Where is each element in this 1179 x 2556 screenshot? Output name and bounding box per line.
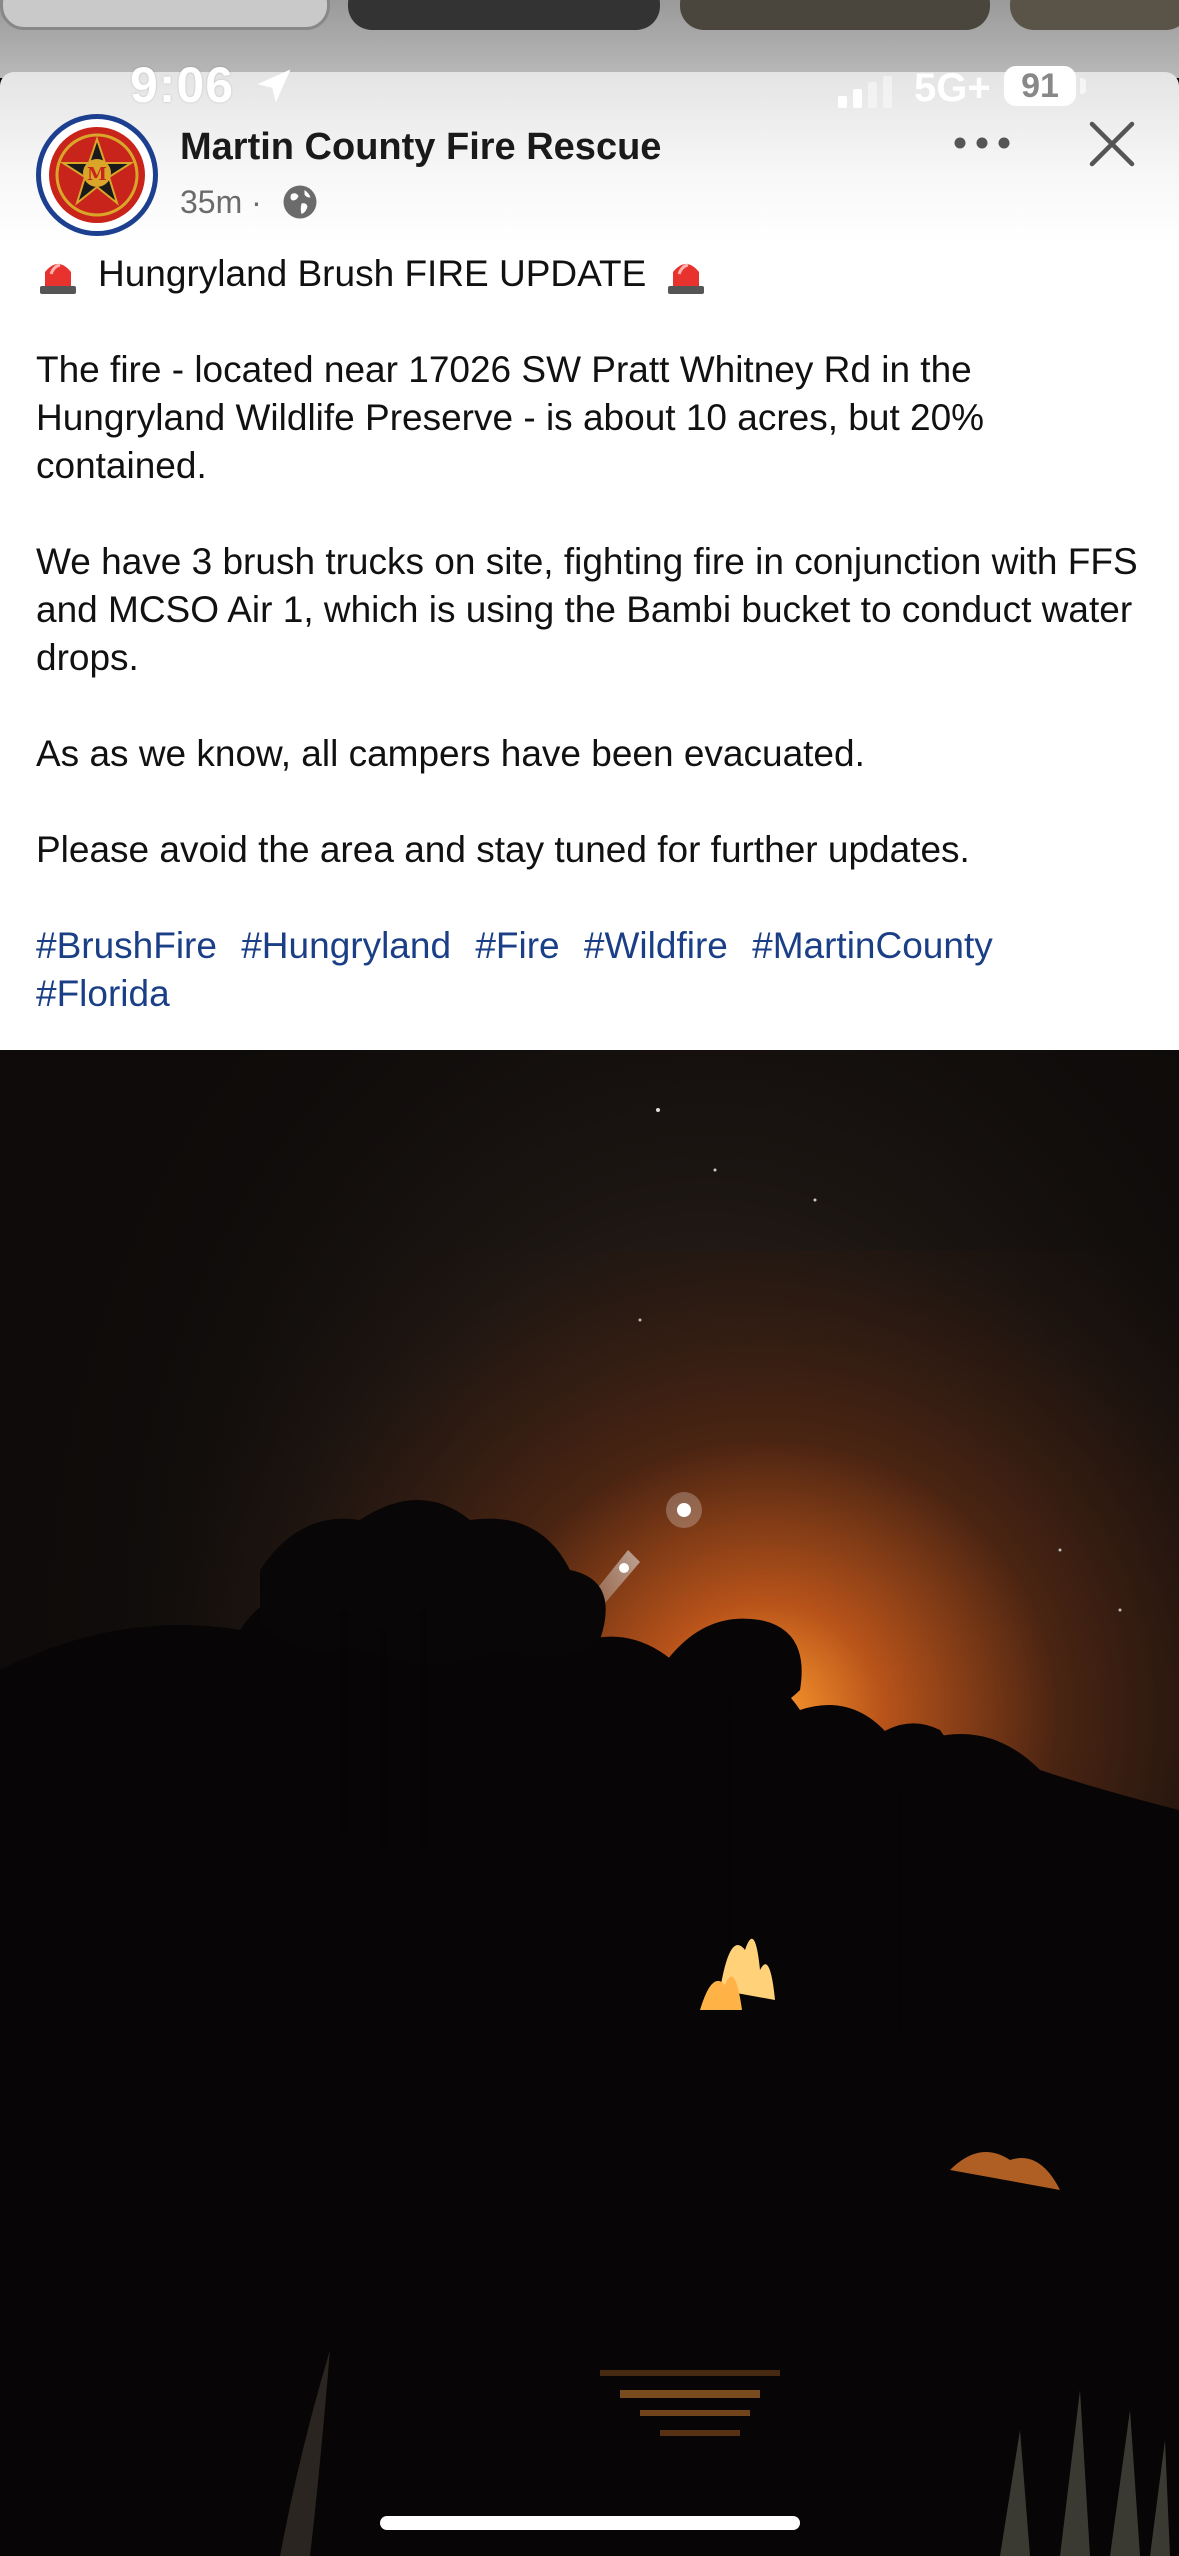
globe-icon	[283, 185, 317, 219]
siren-icon	[40, 263, 76, 294]
location-arrow-icon	[257, 69, 291, 103]
page-avatar[interactable]: M	[36, 114, 158, 236]
network-label: 5G+	[914, 66, 991, 110]
post-photo[interactable]	[0, 1050, 1179, 2556]
hashtag-link[interactable]: #Hungryland	[241, 925, 451, 966]
time-ago: 35m	[180, 184, 243, 220]
battery-tip	[1080, 78, 1086, 94]
post-paragraph: Please avoid the area and stay tuned for…	[36, 829, 970, 870]
post-text: Hungryland Brush FIRE UPDATE The fire - …	[36, 250, 1156, 1018]
hashtag-link[interactable]: #BrushFire	[36, 925, 217, 966]
story-chip	[348, 0, 660, 30]
post-paragraph: As as we know, all campers have been eva…	[36, 733, 865, 774]
battery-indicator: 91	[1004, 66, 1076, 106]
hashtag-link[interactable]: #MartinCounty	[752, 925, 993, 966]
home-indicator[interactable]	[380, 2516, 800, 2530]
story-chip	[0, 0, 330, 30]
siren-icon	[668, 263, 705, 294]
status-time: 9:06	[130, 57, 235, 113]
story-chip	[1010, 0, 1179, 30]
headline-text: Hungryland Brush FIRE UPDATE	[98, 253, 647, 294]
more-icon[interactable]	[950, 128, 1014, 158]
fire-rescue-logo: M	[49, 127, 145, 223]
wildfire-photo	[0, 1050, 1179, 2556]
page-name[interactable]: Martin County Fire Rescue	[180, 126, 661, 169]
close-icon[interactable]	[1086, 118, 1138, 170]
post-headline: Hungryland Brush FIRE UPDATE	[36, 250, 1156, 298]
signal-icon	[838, 76, 892, 108]
hashtag-link[interactable]: #Fire	[475, 925, 559, 966]
hashtag-link[interactable]: #Wildfire	[584, 925, 728, 966]
hashtag-list: #BrushFire #Hungryland #Fire #Wildfire #…	[36, 922, 1156, 1018]
story-chip	[680, 0, 990, 30]
post-paragraph: The fire - located near 17026 SW Pratt W…	[36, 349, 985, 486]
post-time[interactable]: 35m ·	[180, 184, 262, 221]
svg-text:M: M	[87, 164, 107, 185]
hashtag-link[interactable]: #Florida	[36, 973, 170, 1014]
post-paragraph: We have 3 brush trucks on site, fighting…	[36, 541, 1138, 678]
